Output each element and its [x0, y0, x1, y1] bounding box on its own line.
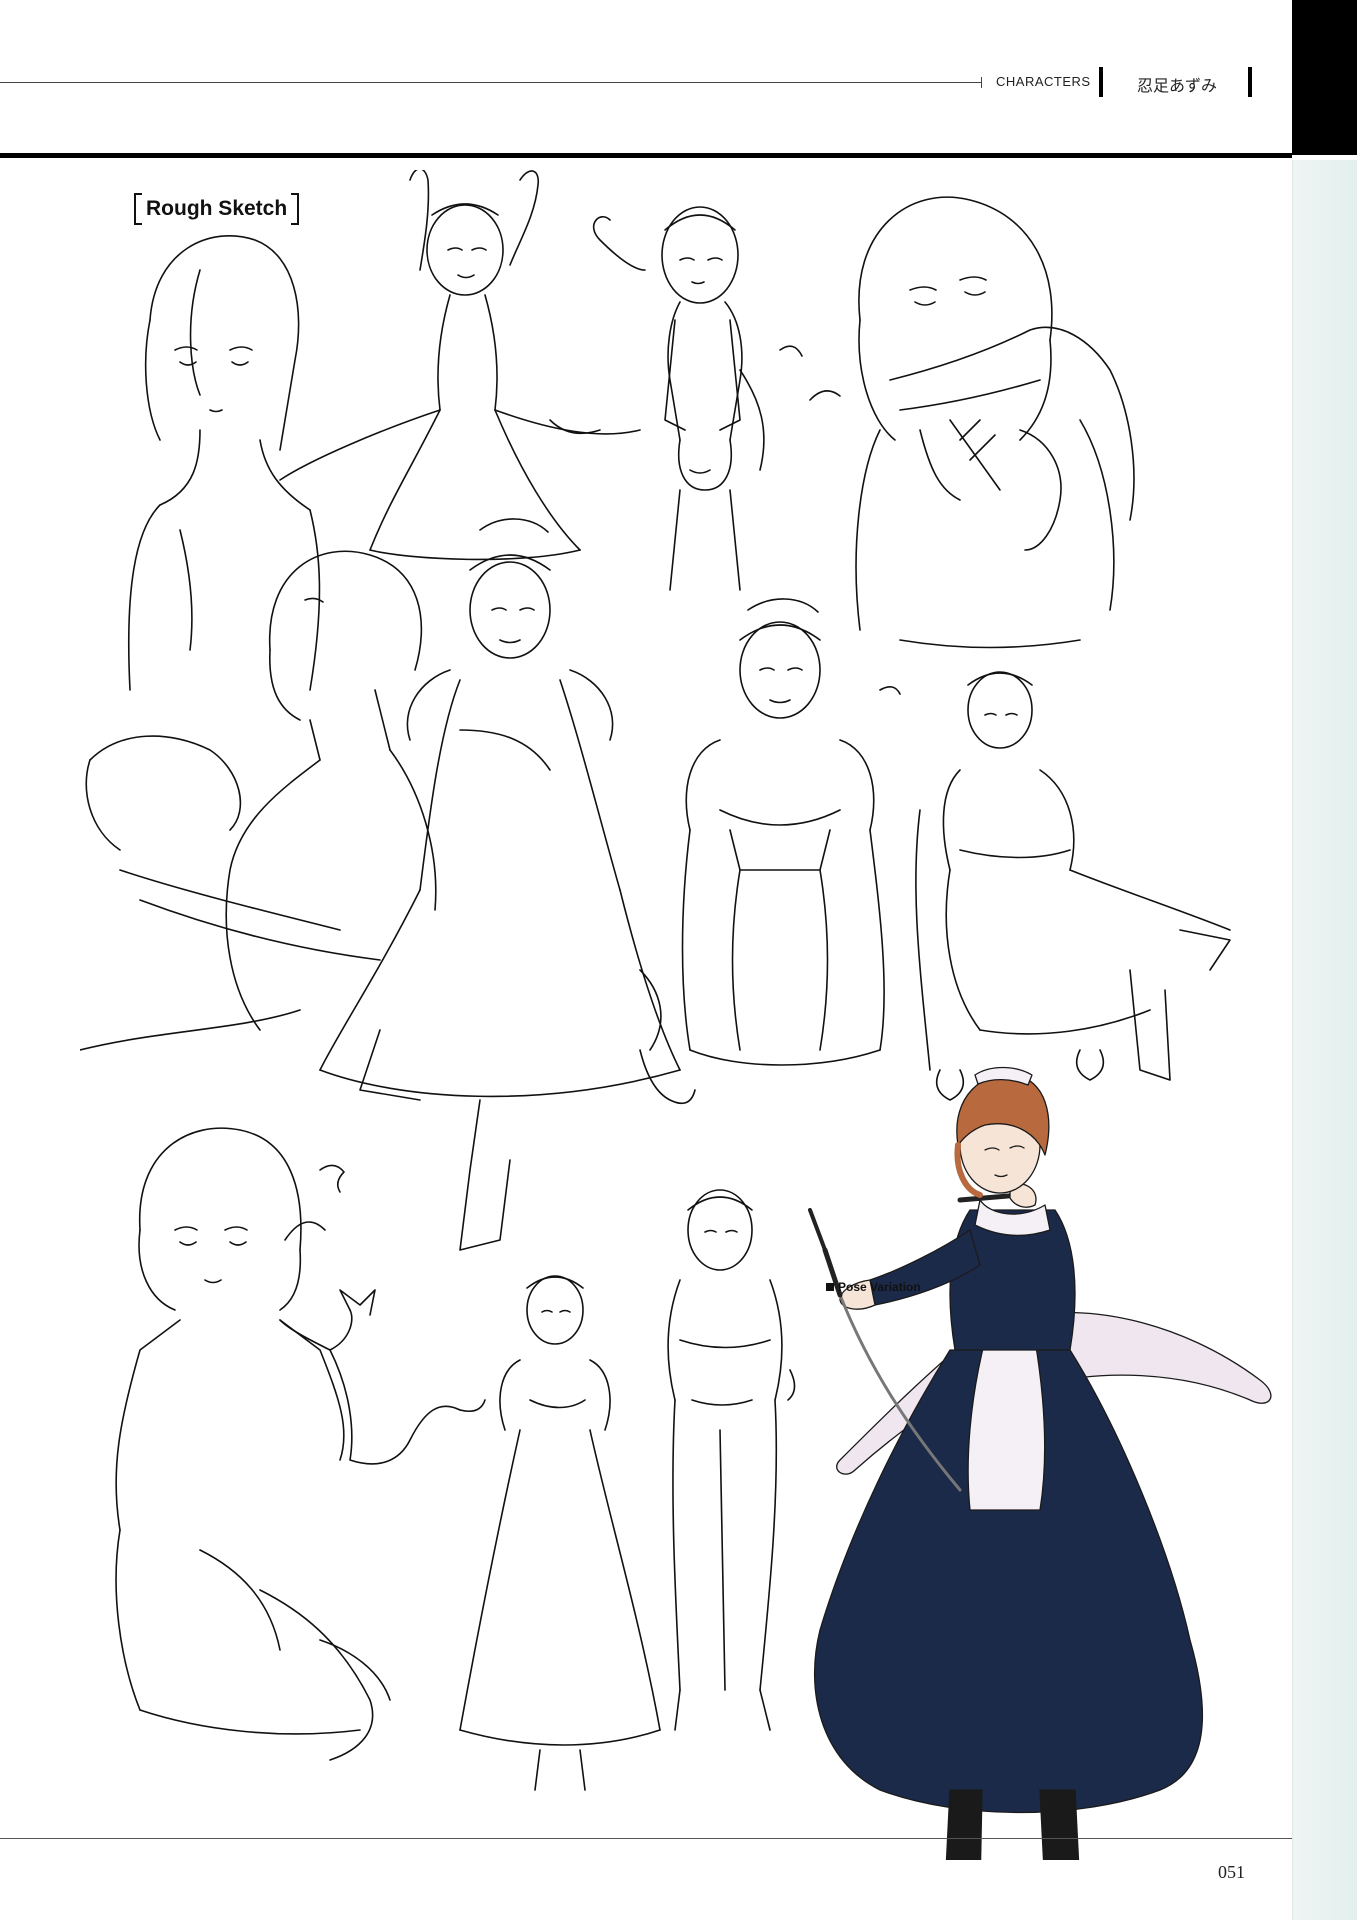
pose-variation-caption: Pose Variation [826, 1280, 921, 1294]
bust-sketch-portrait [128, 235, 321, 691]
side-margin-band [1292, 160, 1357, 1920]
maid-seated-stool-sketch [319, 518, 696, 1251]
cat-holding-sketch [115, 1127, 486, 1761]
artbook-page: CHARACTERS 忍足あずみ Rough Sketch Pose Varia… [0, 0, 1357, 1920]
towel-standing-sketch [593, 206, 803, 591]
header-thick-rule [0, 153, 1292, 158]
chapter-tab [1292, 0, 1357, 155]
caption-bullet-icon [826, 1283, 834, 1291]
maid-arms-crossed-sketch [681, 598, 901, 1066]
header-rule [0, 82, 982, 83]
header-rule-tick [981, 77, 982, 88]
header-separator [1099, 67, 1103, 97]
header-separator [1248, 67, 1252, 97]
footer-rule [0, 1838, 1292, 1839]
maid-chair-sketch [915, 671, 1231, 1101]
header-character-name: 忍足あずみ [1137, 76, 1218, 95]
pose-variation-label: Pose Variation [838, 1280, 921, 1294]
seated-back-sketch [80, 550, 437, 1051]
page-number: 051 [1218, 1862, 1245, 1882]
header-section-title: CHARACTERS [996, 74, 1091, 89]
scarf-closeup-sketch [809, 196, 1135, 649]
maid-standing-small-sketch [459, 1275, 661, 1791]
maid-katana-color-illustration [808, 1066, 1272, 1860]
casual-standing-sketch [667, 1189, 796, 1731]
maid-arms-raised-sketch [279, 170, 641, 561]
sketch-sheet [80, 170, 1272, 1860]
